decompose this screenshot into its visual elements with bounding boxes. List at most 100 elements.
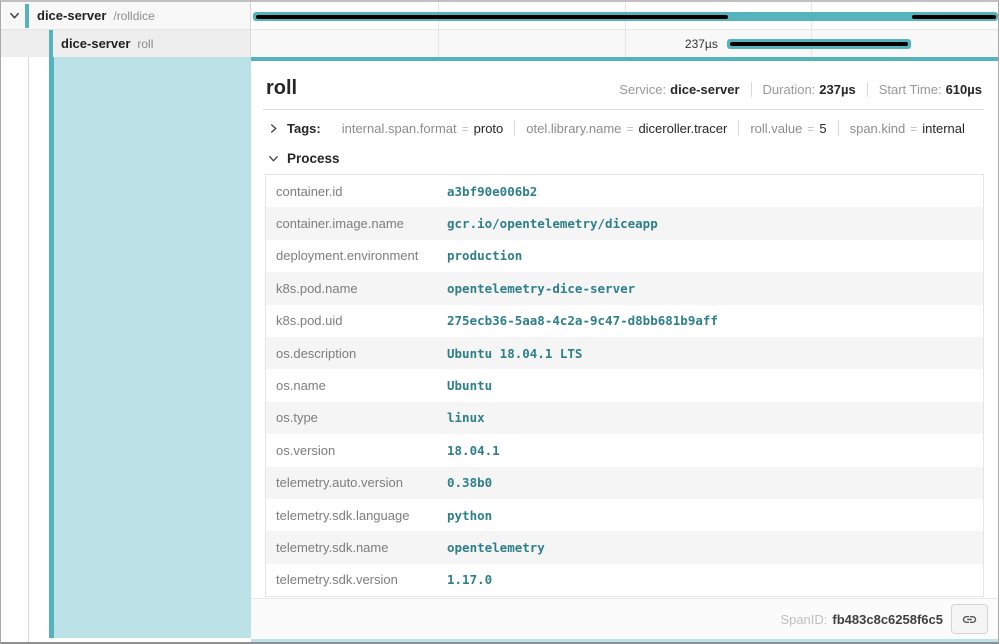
tag-value: 5 xyxy=(819,121,826,136)
service-color-swatch xyxy=(49,30,53,57)
meta-value: 610µs xyxy=(946,82,982,97)
tags-label: Tags: xyxy=(287,121,321,136)
process-key-value-table: container.ida3bf90e006b2 container.image… xyxy=(265,174,984,597)
service-name: dice-server xyxy=(37,8,106,23)
meta-value: dice-server xyxy=(670,82,739,97)
tag-value: internal xyxy=(922,121,965,136)
row-key: telemetry.sdk.name xyxy=(266,540,447,555)
process-label: Process xyxy=(287,151,340,166)
row-key: k8s.pod.name xyxy=(266,281,447,296)
row-key: container.image.name xyxy=(266,216,447,231)
table-row: telemetry.sdk.nameopentelemetry xyxy=(266,531,983,563)
meta-label: Start Time: xyxy=(879,82,942,97)
meta-label: Duration: xyxy=(763,82,816,97)
spanid-value: fb483c8c6258f6c5 xyxy=(832,612,943,627)
spanid-label: SpanID: xyxy=(780,612,827,627)
row-value: opentelemetry xyxy=(447,540,545,555)
process-accordion-header[interactable]: Process xyxy=(263,145,984,174)
collapse-chevron-down-icon[interactable] xyxy=(7,9,21,23)
jaeger-trace-window: dice-server /rolldice dice-server roll 2… xyxy=(0,0,999,644)
span-self-time-segment xyxy=(730,42,909,46)
row-value: linux xyxy=(447,410,485,425)
tag-key: span.kind xyxy=(850,121,906,136)
meta-duration: Duration:237µs xyxy=(752,82,868,97)
span-self-time-segment xyxy=(912,15,996,19)
row-key: os.version xyxy=(266,443,447,458)
row-value: Ubuntu 18.04.1 LTS xyxy=(447,346,582,361)
span-self-time-segment xyxy=(256,15,728,19)
meta-start-time: Start Time: 610µs xyxy=(868,82,982,97)
tag-internal-span-format: internal.span.format = proto xyxy=(331,121,516,136)
table-row: telemetry.sdk.version1.17.0 xyxy=(266,564,983,596)
row-key: telemetry.sdk.language xyxy=(266,508,447,523)
link-icon xyxy=(961,611,978,628)
tag-key: internal.span.format xyxy=(342,121,457,136)
selected-span-accent-fill xyxy=(54,57,251,638)
tag-equals: = xyxy=(462,122,469,136)
row-key: k8s.pod.uid xyxy=(266,313,447,328)
tag-key: roll.value xyxy=(750,121,802,136)
span-row-rolldice[interactable]: dice-server /rolldice xyxy=(1,2,251,30)
meta-service: Service:dice-server xyxy=(608,82,751,97)
row-value: 0.38b0 xyxy=(447,475,492,490)
row-value: Ubuntu xyxy=(447,378,492,393)
timeline-gridline xyxy=(438,30,439,57)
meta-value: 237µs xyxy=(819,82,855,97)
tag-roll-value: roll.value = 5 xyxy=(739,121,838,136)
row-value: opentelemetry-dice-server xyxy=(447,281,635,296)
span-duration-label: 237µs xyxy=(685,37,718,51)
table-row: container.image.namegcr.io/opentelemetry… xyxy=(266,207,983,239)
tag-equals: = xyxy=(626,122,633,136)
span-name-column: dice-server /rolldice dice-server roll xyxy=(1,2,251,57)
table-row: os.typelinux xyxy=(266,402,983,434)
row-key: telemetry.auto.version xyxy=(266,475,447,490)
tree-indent-guide xyxy=(28,30,29,642)
row-value: gcr.io/opentelemetry/diceapp xyxy=(447,216,658,231)
row-value: production xyxy=(447,248,522,263)
row-key: container.id xyxy=(266,184,447,199)
row-value: 18.04.1 xyxy=(447,443,500,458)
table-row: os.nameUbuntu xyxy=(266,369,983,401)
span-bar-rolldice[interactable] xyxy=(253,12,998,21)
timeline-gridline xyxy=(625,30,626,57)
tag-value: diceroller.tracer xyxy=(638,121,727,136)
span-deeplink-button[interactable] xyxy=(951,604,988,634)
row-key: os.description xyxy=(266,346,447,361)
operation-name: roll xyxy=(137,37,153,51)
span-meta: Service:dice-server Duration:237µs Start… xyxy=(608,82,982,97)
row-key: os.name xyxy=(266,378,447,393)
service-color-swatch xyxy=(25,4,29,28)
tag-value: proto xyxy=(474,121,504,136)
table-row: k8s.pod.nameopentelemetry-dice-server xyxy=(266,272,983,304)
row-value: python xyxy=(447,508,492,523)
chevron-right-icon[interactable] xyxy=(266,122,280,136)
tag-key: otel.library.name xyxy=(526,121,621,136)
span-detail-footer: SpanID: fb483c8c6258f6c5 xyxy=(251,598,998,639)
span-bar-roll[interactable] xyxy=(727,39,912,49)
row-key: telemetry.sdk.version xyxy=(266,572,447,587)
span-row-roll-selected[interactable]: dice-server roll xyxy=(1,30,251,57)
chevron-down-icon[interactable] xyxy=(266,152,280,166)
row-value: 275ecb36-5aa8-4c2a-9c47-d8bb681b9aff xyxy=(447,313,718,328)
row-key: os.type xyxy=(266,410,447,425)
tag-span-kind: span.kind = internal xyxy=(839,121,976,136)
operation-name: /rolldice xyxy=(113,9,154,23)
table-row: os.version18.04.1 xyxy=(266,434,983,466)
tag-equals: = xyxy=(910,122,917,136)
table-row: telemetry.sdk.languagepython xyxy=(266,499,983,531)
span-detail-header: roll Service:dice-server Duration:237µs … xyxy=(263,61,984,110)
tag-otel-library-name: otel.library.name = diceroller.tracer xyxy=(515,121,739,136)
table-row: k8s.pod.uid275ecb36-5aa8-4c2a-9c47-d8bb6… xyxy=(266,305,983,337)
trace-timeline: 237µs xyxy=(251,2,998,57)
row-key: deployment.environment xyxy=(266,248,447,263)
service-name: dice-server xyxy=(61,36,130,51)
table-row: os.descriptionUbuntu 18.04.1 LTS xyxy=(266,337,983,369)
span-title: roll xyxy=(266,77,297,100)
table-row: telemetry.auto.version0.38b0 xyxy=(266,467,983,499)
tags-accordion-header[interactable]: Tags: internal.span.format = proto otel.… xyxy=(263,110,984,145)
timeline-row-roll: 237µs xyxy=(251,30,998,57)
row-value: 1.17.0 xyxy=(447,572,492,587)
table-row: container.ida3bf90e006b2 xyxy=(266,175,983,207)
row-value: a3bf90e006b2 xyxy=(447,184,537,199)
tag-equals: = xyxy=(807,122,814,136)
